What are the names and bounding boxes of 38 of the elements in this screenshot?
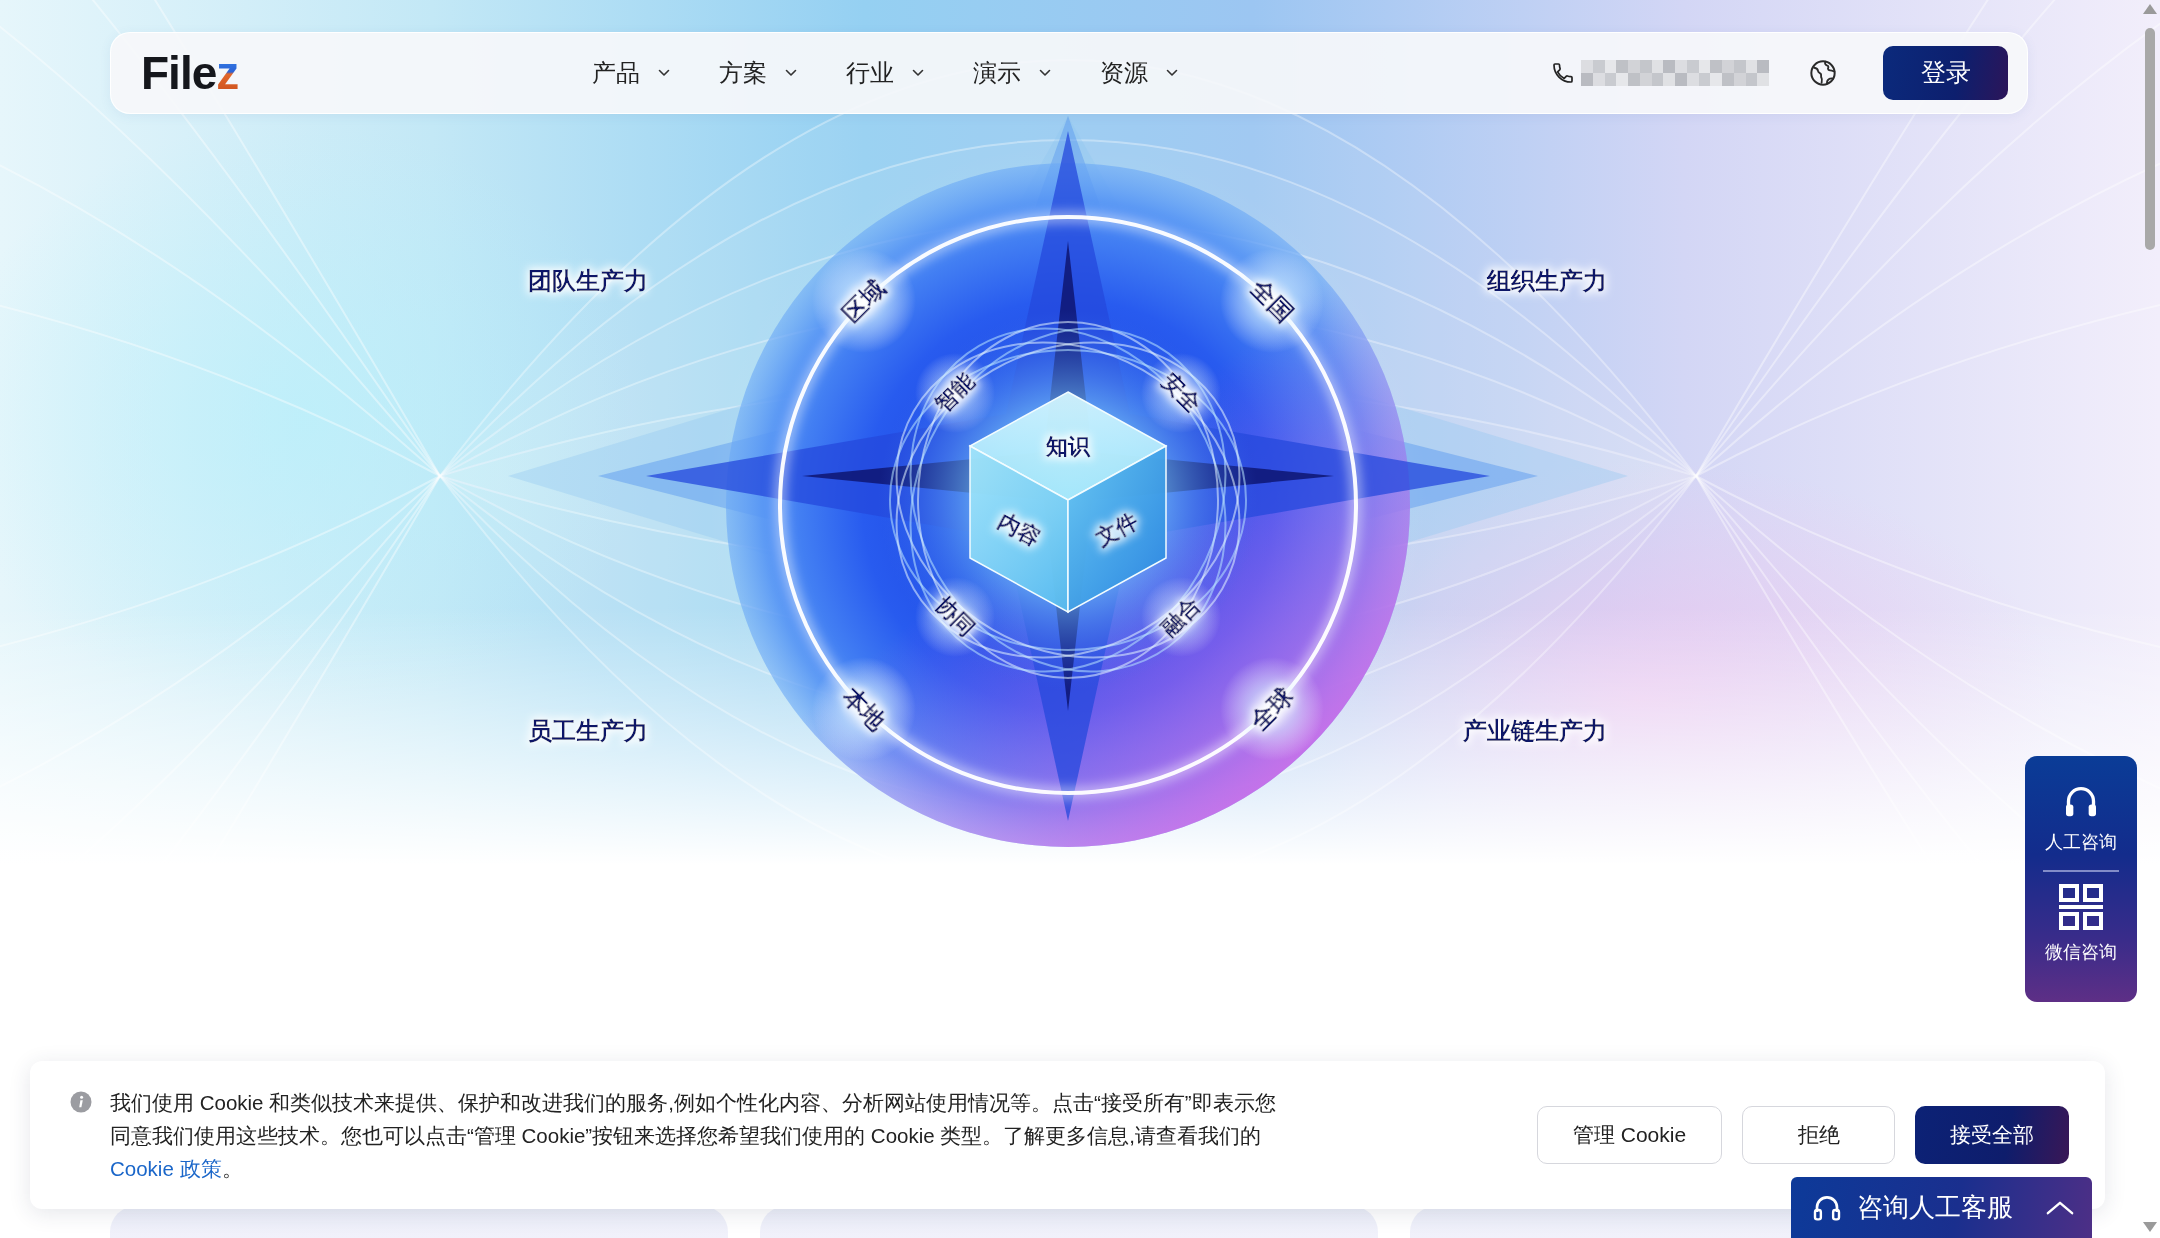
phone-icon — [1551, 61, 1575, 85]
consult-option[interactable]: 微信咨询 — [2045, 884, 2117, 964]
cube-face-label: 文件 — [1091, 508, 1143, 552]
logo[interactable]: Filez — [141, 50, 239, 96]
globe-icon — [1809, 59, 1837, 87]
inner-ring-label: 安全 — [1156, 368, 1206, 418]
scrollbar-thumb[interactable] — [2145, 28, 2155, 250]
nav-menu-item[interactable]: 资源 — [1100, 58, 1179, 88]
ring-label: 本地 — [837, 682, 891, 736]
login-button[interactable]: 登录 — [1883, 46, 2008, 100]
accept-all-button[interactable]: 接受全部 — [1915, 1106, 2069, 1164]
nav-menu-item[interactable]: 方案 — [719, 58, 798, 88]
nav-menu-item[interactable]: 行业 — [846, 58, 925, 88]
cookie-option-button[interactable]: 拒绝 — [1742, 1106, 1895, 1164]
nav-menu-item[interactable]: 产品 — [592, 58, 671, 88]
productivity-label: 产业链生产力 — [1463, 716, 1607, 744]
scroll-down-arrow-icon — [2143, 1222, 2157, 1232]
info-icon — [70, 1090, 92, 1113]
cube-face-label: 知识 — [1046, 433, 1090, 459]
productivity-label: 组织生产力 — [1487, 266, 1607, 294]
cookie-policy-link[interactable]: Cookie 政策 — [110, 1156, 222, 1180]
inner-ring-label: 融合 — [1156, 592, 1206, 642]
inner-ring-label: 协同 — [930, 592, 980, 642]
customer-service-button[interactable]: 咨询人工客服 — [1791, 1177, 2092, 1238]
productivity-label: 员工生产力 — [528, 716, 648, 744]
cube-face-label: 内容 — [993, 508, 1045, 552]
ring-label: 区域 — [837, 274, 891, 328]
qr-code-icon — [2059, 884, 2103, 930]
nav-menu-item[interactable]: 演示 — [973, 58, 1052, 88]
consult-option[interactable]: 人工咨询 — [2045, 782, 2117, 854]
inner-ring-label: 智能 — [930, 368, 980, 418]
chevron-up-icon — [2046, 1200, 2074, 1215]
ring-label: 全球 — [1245, 682, 1299, 736]
cookie-option-button[interactable]: 管理 Cookie — [1537, 1106, 1722, 1164]
productivity-label: 团队生产力 — [528, 266, 648, 294]
cookie-notice-text: 我们使用 Cookie 和类似技术来提供、保护和改进我们的服务,例如个性化内容、分析网站使用情况等。点击“接受所有”即表示您同意我们使用这些技术。您也可以点击“管理 Cookie”按钮来选择您希望我们使用的 Cookie 类型。了解更多信息,请查看我们的 Cookie 政策。 — [110, 1089, 1277, 1182]
scroll-up-arrow-icon — [2143, 4, 2157, 14]
ring-label: 全国 — [1245, 274, 1299, 328]
